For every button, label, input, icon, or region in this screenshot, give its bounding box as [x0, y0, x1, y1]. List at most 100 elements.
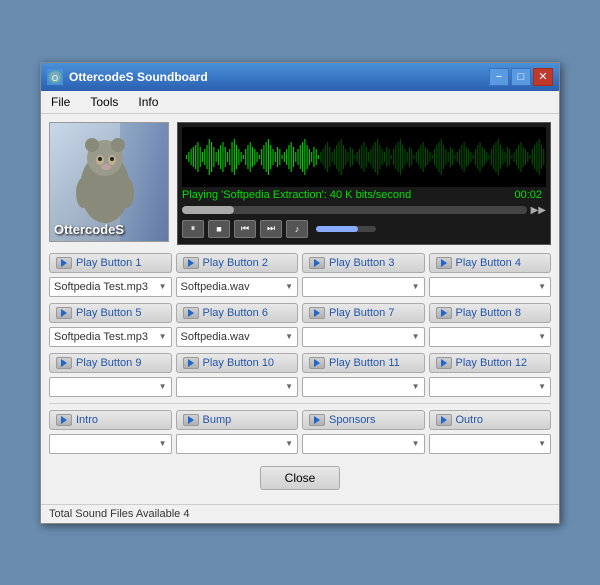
play-button-12[interactable]: Play Button 12 [429, 353, 552, 373]
dropdown-arrow-1-4: ▼ [538, 282, 546, 291]
play-button-1[interactable]: Play Button 1 [49, 253, 172, 273]
dropdown-arrow-4-2: ▼ [285, 439, 293, 448]
play-icon-sponsors [309, 414, 325, 426]
section-divider [49, 403, 551, 404]
play-icon-7 [309, 307, 325, 319]
logo-background: OttercodeS [50, 123, 168, 241]
fast-forward-icon[interactable]: ▶▶ [531, 205, 546, 216]
dropdown-3-4[interactable]: ▼ [429, 377, 552, 397]
dropdown-arrow-3-1: ▼ [159, 382, 167, 391]
pause-button[interactable]: ⏸ [182, 220, 204, 238]
progress-fill [182, 206, 234, 214]
volume-icon[interactable]: ♪ [286, 220, 308, 238]
close-section: Close [49, 460, 551, 496]
bump-button[interactable]: Bump [176, 410, 299, 430]
close-window-button[interactable]: ✕ [533, 68, 553, 86]
dropdown-3-3[interactable]: ▼ [302, 377, 425, 397]
play-button-8[interactable]: Play Button 8 [429, 303, 552, 323]
dropdown-row-1: Softpedia Test.mp3 ▼ Softpedia.wav ▼ ▼ ▼ [49, 277, 551, 297]
menu-file[interactable]: File [45, 93, 76, 111]
dropdown-arrow-4-3: ▼ [412, 439, 420, 448]
dropdown-arrow-2-3: ▼ [412, 332, 420, 341]
dropdown-2-3[interactable]: ▼ [302, 327, 425, 347]
dropdown-arrow-4-4: ▼ [538, 439, 546, 448]
dropdown-arrow-2-4: ▼ [538, 332, 546, 341]
dropdown-4-2[interactable]: ▼ [176, 434, 299, 454]
dropdown-4-1[interactable]: ▼ [49, 434, 172, 454]
waveform-display [182, 127, 546, 187]
dropdown-arrow-1-3: ▼ [412, 282, 420, 291]
play-button-5[interactable]: Play Button 5 [49, 303, 172, 323]
close-button[interactable]: Close [260, 466, 341, 490]
controls-row: ⏸ ■ ⏮ ⏭ ♪ [182, 218, 546, 240]
time-display: 00:02 [514, 189, 546, 201]
dropdown-1-3[interactable]: ▼ [302, 277, 425, 297]
logo-text: OttercodeS [54, 222, 124, 237]
dropdown-2-1[interactable]: Softpedia Test.mp3 ▼ [49, 327, 172, 347]
minimize-button[interactable]: − [489, 68, 509, 86]
play-button-4[interactable]: Play Button 4 [429, 253, 552, 273]
dropdown-3-2[interactable]: ▼ [176, 377, 299, 397]
play-button-9[interactable]: Play Button 9 [49, 353, 172, 373]
dropdown-arrow-4-1: ▼ [159, 439, 167, 448]
status-text: Total Sound Files Available 4 [49, 508, 189, 520]
menu-info[interactable]: Info [132, 93, 164, 111]
dropdown-arrow-3-3: ▼ [412, 382, 420, 391]
play-button-11[interactable]: Play Button 11 [302, 353, 425, 373]
logo-area: OttercodeS [49, 122, 169, 242]
status-bar: Total Sound Files Available 4 [41, 504, 559, 523]
title-controls: − □ ✕ [489, 68, 553, 86]
menu-tools[interactable]: Tools [84, 93, 124, 111]
dropdown-2-2[interactable]: Softpedia.wav ▼ [176, 327, 299, 347]
stop-button[interactable]: ■ [208, 220, 230, 238]
title-bar-left: O OttercodeS Soundboard [47, 69, 208, 85]
dropdown-arrow-1-1: ▼ [159, 282, 167, 291]
player-area: Playing 'Softpedia Extraction': 40 K bit… [177, 122, 551, 245]
dropdown-arrow-3-2: ▼ [285, 382, 293, 391]
main-window: O OttercodeS Soundboard − □ ✕ File Tools… [40, 62, 560, 524]
dropdown-4-4[interactable]: ▼ [429, 434, 552, 454]
dropdown-row-4: ▼ ▼ ▼ ▼ [49, 434, 551, 454]
play-icon-1 [56, 257, 72, 269]
button-row-2: Play Button 5 Play Button 6 Play Button … [49, 303, 551, 323]
dropdown-arrow-1-2: ▼ [285, 282, 293, 291]
intro-button[interactable]: Intro [49, 410, 172, 430]
play-icon-3 [309, 257, 325, 269]
special-buttons: Intro Bump Sponsors Outro [49, 410, 551, 430]
play-icon-8 [436, 307, 452, 319]
volume-slider[interactable] [316, 226, 376, 232]
play-icon-intro [56, 414, 72, 426]
maximize-button[interactable]: □ [511, 68, 531, 86]
play-button-2[interactable]: Play Button 2 [176, 253, 299, 273]
dropdown-3-1[interactable]: ▼ [49, 377, 172, 397]
prev-button[interactable]: ⏮ [234, 220, 256, 238]
play-button-6[interactable]: Play Button 6 [176, 303, 299, 323]
button-row-3: Play Button 9 Play Button 10 Play Button… [49, 353, 551, 373]
svg-text:O: O [52, 74, 58, 83]
play-icon-5 [56, 307, 72, 319]
dropdown-1-4[interactable]: ▼ [429, 277, 552, 297]
button-row-1: Play Button 1 Play Button 2 Play Button … [49, 253, 551, 273]
play-icon-outro [436, 414, 452, 426]
dropdown-4-3[interactable]: ▼ [302, 434, 425, 454]
dropdown-1-1[interactable]: Softpedia Test.mp3 ▼ [49, 277, 172, 297]
dropdown-arrow-2-1: ▼ [159, 332, 167, 341]
play-icon-9 [56, 357, 72, 369]
next-button[interactable]: ⏭ [260, 220, 282, 238]
window-title: OttercodeS Soundboard [69, 70, 208, 84]
play-button-10[interactable]: Play Button 10 [176, 353, 299, 373]
title-bar: O OttercodeS Soundboard − □ ✕ [41, 63, 559, 91]
play-button-3[interactable]: Play Button 3 [302, 253, 425, 273]
dropdown-row-3: ▼ ▼ ▼ ▼ [49, 377, 551, 397]
dropdown-1-2[interactable]: Softpedia.wav ▼ [176, 277, 299, 297]
now-playing-row: Playing 'Softpedia Extraction': 40 K bit… [182, 187, 546, 203]
progress-bar[interactable] [182, 206, 527, 214]
sponsors-button[interactable]: Sponsors [302, 410, 425, 430]
top-section: OttercodeS [49, 122, 551, 245]
play-icon-11 [309, 357, 325, 369]
play-icon-4 [436, 257, 452, 269]
dropdown-2-4[interactable]: ▼ [429, 327, 552, 347]
outro-button[interactable]: Outro [429, 410, 552, 430]
progress-row: ▶▶ [182, 203, 546, 218]
play-button-7[interactable]: Play Button 7 [302, 303, 425, 323]
